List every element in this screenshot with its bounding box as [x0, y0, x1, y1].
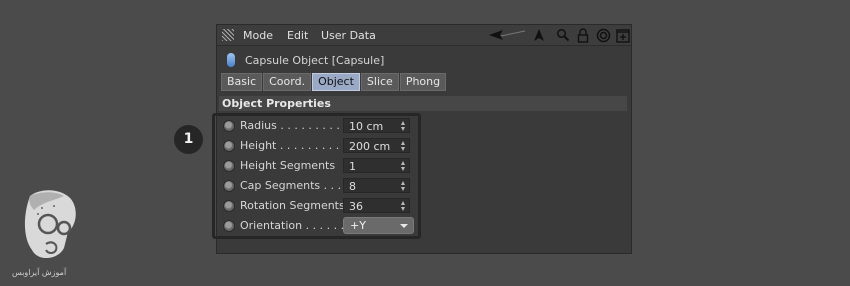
orientation-dropdown[interactable]: +Y — [343, 217, 414, 234]
height-segments-field[interactable]: 1 — [343, 158, 410, 173]
spinner-icon[interactable] — [401, 181, 406, 191]
param-cap-segments: Cap Segments . . . . 8 — [222, 177, 422, 195]
param-label: Orientation . . . . . . — [240, 219, 345, 232]
field-value: 10 cm — [349, 120, 384, 133]
rotation-segments-field[interactable]: 36 — [343, 198, 410, 213]
pointer-back-icon[interactable] — [487, 27, 527, 43]
step-number-badge: 1 — [174, 125, 203, 154]
param-height: Height . . . . . . . . . . 200 cm — [222, 137, 422, 155]
capsule-icon — [227, 53, 235, 67]
section-header: Object Properties — [219, 96, 627, 111]
tab-phong[interactable]: Phong — [399, 73, 447, 91]
tab-coord[interactable]: Coord. — [263, 73, 312, 91]
dropdown-value: +Y — [350, 219, 366, 232]
new-panel-icon[interactable] — [615, 27, 631, 43]
cursor-arrow-icon[interactable] — [531, 27, 547, 43]
field-value: 1 — [349, 160, 356, 173]
animation-radio-icon[interactable] — [223, 140, 235, 152]
target-icon[interactable] — [595, 27, 611, 43]
animation-radio-icon[interactable] — [223, 160, 235, 172]
param-label: Cap Segments . . . . — [240, 179, 349, 192]
menu-edit[interactable]: Edit — [287, 29, 308, 42]
animation-radio-icon[interactable] — [223, 200, 235, 212]
menu-user-data[interactable]: User Data — [321, 29, 376, 42]
param-rotation-segments: Rotation Segments 36 — [222, 197, 422, 215]
field-value: 200 cm — [349, 140, 391, 153]
radius-field[interactable]: 10 cm — [343, 118, 410, 133]
spinner-icon[interactable] — [401, 121, 406, 131]
logo-caption: آموزش آیراوبس — [12, 268, 67, 277]
cap-segments-field[interactable]: 8 — [343, 178, 410, 193]
param-label: Height Segments — [240, 159, 336, 172]
menu-mode[interactable]: Mode — [243, 29, 273, 42]
spinner-icon[interactable] — [401, 201, 406, 211]
menubar: Mode Edit User Data — [217, 25, 631, 46]
field-value: 36 — [349, 200, 363, 213]
chevron-down-icon — [400, 224, 408, 228]
object-title-row: Capsule Object [Capsule] — [217, 51, 631, 69]
tab-bar: Basic Coord. Object Slice Phong — [221, 73, 447, 91]
grip-icon[interactable] — [222, 29, 234, 41]
search-icon[interactable] — [555, 27, 571, 43]
param-height-segments: Height Segments 1 — [222, 157, 422, 175]
spinner-icon[interactable] — [401, 141, 406, 151]
height-field[interactable]: 200 cm — [343, 138, 410, 153]
spinner-icon[interactable] — [401, 161, 406, 171]
lock-icon[interactable] — [575, 27, 591, 43]
param-orientation: Orientation . . . . . . +Y — [222, 217, 422, 235]
object-title: Capsule Object [Capsule] — [245, 54, 385, 67]
tab-object[interactable]: Object — [312, 73, 360, 91]
field-value: 8 — [349, 180, 356, 193]
tab-basic[interactable]: Basic — [221, 73, 263, 91]
animation-radio-icon[interactable] — [223, 180, 235, 192]
attribute-manager-panel: Mode Edit User Data Capsule Object [Caps… — [212, 24, 632, 254]
param-label: Height . . . . . . . . . . — [240, 139, 347, 152]
param-label: Rotation Segments — [240, 199, 345, 212]
param-label: Radius . . . . . . . . . . — [240, 119, 347, 132]
animation-radio-icon[interactable] — [223, 120, 235, 132]
tab-slice[interactable]: Slice — [360, 73, 399, 91]
animation-radio-icon[interactable] — [223, 220, 235, 232]
param-radius: Radius . . . . . . . . . . 10 cm — [222, 117, 422, 135]
brand-logo — [8, 188, 88, 280]
